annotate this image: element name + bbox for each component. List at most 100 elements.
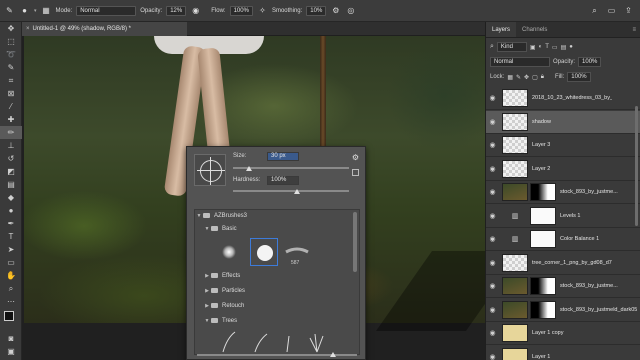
layer-name[interactable]: stock_893_by_justme... xyxy=(560,283,618,289)
layer-mask-thumbnail[interactable] xyxy=(530,300,556,319)
type-tool-icon[interactable]: T xyxy=(0,230,22,243)
brush-group-azbrushes3[interactable]: ▼ AZBrushes3 xyxy=(195,210,347,222)
layer-name[interactable]: 2018_10_23_whitedress_03_by_skyd... xyxy=(532,95,612,101)
layer-row[interactable]: ◉ stock_893_by_justme... xyxy=(486,181,640,204)
chevron-right-icon[interactable]: ▶ xyxy=(203,300,211,312)
visibility-eye-icon[interactable]: ◉ xyxy=(486,235,499,243)
layer-mask-thumbnail[interactable] xyxy=(530,183,556,201)
tab-layers[interactable]: Layers xyxy=(486,22,517,37)
layer-mask-thumbnail[interactable] xyxy=(530,206,556,225)
tree-brush-thumbnails[interactable] xyxy=(215,328,335,354)
chevron-down-icon[interactable]: ▼ xyxy=(203,315,211,327)
visibility-eye-icon[interactable]: ◉ xyxy=(486,282,499,290)
frame-tool-icon[interactable]: ⊠ xyxy=(0,87,22,100)
path-select-tool-icon[interactable]: ➤ xyxy=(0,243,22,256)
layer-name[interactable]: Layer 3 xyxy=(532,142,550,148)
filter-adjustment-icon[interactable]: ◐ xyxy=(539,44,543,50)
layer-thumbnail[interactable]: ▥ xyxy=(502,206,528,225)
search-icon[interactable]: ⌕ xyxy=(589,5,600,16)
brush-preset-list[interactable]: ▼ AZBrushes3 ▼ Basic 587 ▶ Effects ▶ Particl… xyxy=(194,209,360,355)
layer-thumbnail[interactable] xyxy=(502,324,528,342)
layer-row[interactable]: ◉ ▥ Levels 1 xyxy=(486,205,640,228)
layer-row[interactable]: ◉ ▥ Color Balance 1 xyxy=(486,228,640,251)
chevron-right-icon[interactable]: ▶ xyxy=(203,285,211,297)
gradient-tool-icon[interactable]: ▤ xyxy=(0,178,22,191)
quick-select-tool-icon[interactable]: ✎ xyxy=(0,61,22,74)
layer-name[interactable]: Levels 1 xyxy=(560,213,581,219)
size-field[interactable]: 30 px xyxy=(267,152,299,161)
flow-field[interactable]: 100% xyxy=(229,5,253,16)
brush-group-retouch[interactable]: ▶ Retouch xyxy=(203,300,355,312)
layers-scrollbar[interactable] xyxy=(635,106,638,226)
airbrush-icon[interactable]: ✧ xyxy=(257,5,268,16)
filter-type-icon[interactable]: T xyxy=(545,44,549,50)
filter-pixel-icon[interactable]: ▣ xyxy=(530,44,536,51)
hardness-slider-thumb[interactable] xyxy=(294,189,300,194)
layer-thumbnail[interactable] xyxy=(502,112,528,131)
visibility-eye-icon[interactable]: ◉ xyxy=(486,259,499,267)
layer-name[interactable]: stock_893_by_justmeld_dark05 xyxy=(560,307,637,313)
layer-row[interactable]: ◉ stock_893_by_justme... xyxy=(486,275,640,298)
layer-row[interactable]: ◉ tree_corner_1_png_by_gd08_d7yxb6a xyxy=(486,252,640,275)
layer-mask-thumbnail[interactable] xyxy=(530,277,556,295)
visibility-eye-icon[interactable]: ◉ xyxy=(486,329,499,337)
lock-position-icon[interactable]: ✥ xyxy=(524,74,529,81)
layer-thumbnail[interactable] xyxy=(502,159,528,178)
layer-row[interactable]: ◉ Layer 3 xyxy=(486,134,640,157)
workspace-icon[interactable]: ▭ xyxy=(606,5,617,16)
layer-thumbnail[interactable] xyxy=(502,253,528,272)
brush-tip-preview-icon[interactable]: ● xyxy=(19,5,30,16)
chevron-down-icon[interactable]: ▼ xyxy=(195,210,203,222)
brush-group-effects[interactable]: ▶ Effects xyxy=(203,270,355,282)
clone-stamp-tool-icon[interactable]: ⊥ xyxy=(0,139,22,152)
thumbnail-size-thumb[interactable] xyxy=(330,352,336,357)
color-swatches[interactable] xyxy=(0,308,22,332)
layer-row[interactable]: ◉ 2018_10_23_whitedress_03_by_skyd... xyxy=(486,87,640,110)
layer-thumbnail[interactable] xyxy=(502,300,528,319)
move-tool-icon[interactable]: ✥ xyxy=(0,22,22,35)
brush-group-particles[interactable]: ▶ Particles xyxy=(203,285,355,297)
layer-thumbnail[interactable] xyxy=(502,89,528,107)
filter-toggle-icon[interactable]: ● xyxy=(569,44,573,50)
brush-panel-gear-icon[interactable]: ⚙ xyxy=(352,153,359,162)
chevron-down-icon[interactable]: ▾ xyxy=(34,8,37,14)
layer-row[interactable]: ◉ stock_893_by_justmeld_dark05 xyxy=(486,299,640,322)
shape-tool-icon[interactable]: ▭ xyxy=(0,256,22,269)
more-tools-icon[interactable]: ⋯ xyxy=(0,295,22,308)
pen-tool-icon[interactable]: ✒ xyxy=(0,217,22,230)
filter-shape-icon[interactable]: ▭ xyxy=(552,44,558,51)
new-preset-icon[interactable] xyxy=(352,169,359,176)
layer-row[interactable]: ◉ shadow xyxy=(486,110,640,134)
fill-field[interactable]: 100% xyxy=(567,72,591,82)
eraser-tool-icon[interactable]: ◩ xyxy=(0,165,22,178)
brush-tool-preset-icon[interactable]: ✎ xyxy=(4,5,15,16)
visibility-eye-icon[interactable]: ◉ xyxy=(486,94,499,102)
crop-tool-icon[interactable]: ⌗ xyxy=(0,74,22,87)
hand-tool-icon[interactable]: ✋ xyxy=(0,269,22,282)
dodge-tool-icon[interactable]: ● xyxy=(0,204,22,217)
layer-thumbnail[interactable] xyxy=(502,277,528,295)
layer-name[interactable]: Layer 1 copy xyxy=(532,330,564,336)
visibility-eye-icon[interactable]: ◉ xyxy=(486,306,499,314)
zoom-tool-icon[interactable]: ⌕ xyxy=(0,282,22,295)
layer-opacity-field[interactable]: 100% xyxy=(578,57,602,67)
blur-tool-icon[interactable]: ◆ xyxy=(0,191,22,204)
pressure-opacity-icon[interactable]: ◉ xyxy=(190,5,201,16)
layer-name[interactable]: shadow xyxy=(532,119,551,125)
layer-mask-thumbnail[interactable] xyxy=(530,230,556,248)
layer-name[interactable]: Layer 2 xyxy=(532,166,550,172)
marquee-tool-icon[interactable]: ⬚ xyxy=(0,35,22,48)
history-brush-tool-icon[interactable]: ↺ xyxy=(0,152,22,165)
visibility-eye-icon[interactable]: ◉ xyxy=(486,212,499,220)
lock-artboard-icon[interactable]: ▢ xyxy=(532,74,538,81)
share-icon[interactable]: ⇪ xyxy=(623,5,634,16)
layer-row[interactable]: ◉ Layer 1 copy xyxy=(486,322,640,345)
lock-transparent-icon[interactable]: ▦ xyxy=(507,74,513,81)
layer-thumbnail[interactable]: ▥ xyxy=(502,230,528,248)
layer-name[interactable]: stock_893_by_justme... xyxy=(560,189,618,195)
layer-thumbnail[interactable] xyxy=(502,136,528,154)
mode-dropdown[interactable]: Normal xyxy=(76,5,137,16)
layer-name[interactable]: tree_corner_1_png_by_gd08_d7yxb6a xyxy=(532,260,612,266)
lock-image-icon[interactable]: ✎ xyxy=(516,74,521,81)
smoothing-gear-icon[interactable]: ⚙ xyxy=(330,5,341,16)
